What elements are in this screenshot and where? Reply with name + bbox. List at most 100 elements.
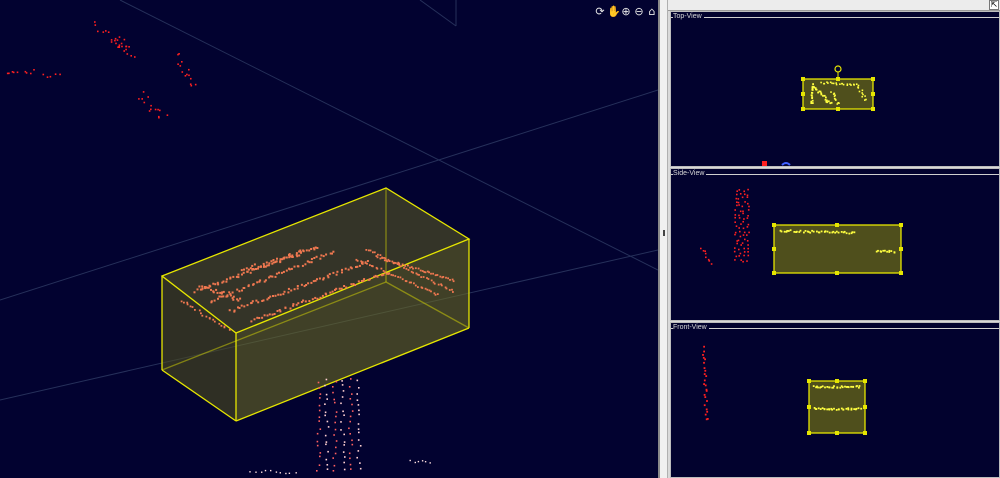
point <box>451 278 454 281</box>
point <box>262 262 265 265</box>
side-view-pane[interactable]: Side-View <box>670 168 1000 321</box>
point <box>384 271 386 274</box>
point <box>335 380 338 383</box>
zoom-out-icon[interactable]: ⊖ <box>633 6 645 18</box>
point <box>8 72 10 75</box>
splitter-grip[interactable] <box>663 230 665 236</box>
point <box>54 73 57 75</box>
point <box>786 230 789 232</box>
point <box>447 277 449 280</box>
point <box>824 386 826 389</box>
point <box>134 56 136 58</box>
point <box>16 71 19 74</box>
point <box>231 291 234 294</box>
point <box>834 94 836 97</box>
zoom-in-icon[interactable]: ⊕ <box>620 6 632 18</box>
point <box>380 267 383 270</box>
top-view-pane[interactable]: Top-View <box>670 11 1000 167</box>
top-view-canvas[interactable] <box>671 12 1000 167</box>
point <box>361 262 364 265</box>
point <box>427 278 430 280</box>
point <box>350 267 353 270</box>
side-view-canvas[interactable] <box>671 169 1000 321</box>
point <box>259 279 262 282</box>
point <box>223 326 226 329</box>
point <box>703 379 706 382</box>
pan-hand-icon[interactable]: ✋ <box>607 6 621 18</box>
point <box>186 301 189 304</box>
point <box>307 282 310 285</box>
point <box>386 260 389 263</box>
point <box>282 270 285 273</box>
point <box>832 386 835 389</box>
point-cloud-canvas[interactable] <box>0 0 658 478</box>
point <box>332 386 334 388</box>
point <box>436 274 439 276</box>
point <box>302 299 305 302</box>
point <box>826 408 829 411</box>
point <box>741 196 744 199</box>
point <box>329 291 332 294</box>
home-icon[interactable]: ⌂ <box>646 6 658 18</box>
point <box>414 461 416 464</box>
point <box>342 451 345 453</box>
point <box>279 472 281 474</box>
point <box>249 271 252 274</box>
point <box>826 101 828 104</box>
point <box>817 386 819 389</box>
panel-splitter[interactable] <box>658 0 668 478</box>
point <box>324 411 327 414</box>
point <box>734 231 737 234</box>
point <box>331 290 334 293</box>
point <box>315 255 318 258</box>
point <box>834 99 837 101</box>
point <box>388 259 391 262</box>
rotate-icon[interactable]: ⟳ <box>594 6 606 18</box>
point <box>401 263 404 266</box>
point <box>831 408 833 411</box>
point <box>340 421 342 423</box>
point <box>114 39 116 42</box>
point <box>860 407 863 410</box>
front-view-pane[interactable]: Front-View <box>670 322 1000 478</box>
point <box>328 273 331 276</box>
rotation-handle-icon[interactable] <box>834 65 842 73</box>
point <box>299 249 302 252</box>
point <box>237 299 240 302</box>
point <box>216 281 219 284</box>
point <box>451 288 453 291</box>
point <box>341 384 344 386</box>
point <box>837 408 840 411</box>
point <box>400 265 402 268</box>
point <box>825 96 827 99</box>
cuboid-annotation[interactable] <box>160 187 471 422</box>
point <box>809 231 812 234</box>
point <box>333 434 335 436</box>
point <box>827 100 830 103</box>
point <box>276 310 279 312</box>
point <box>747 215 749 217</box>
front-view-canvas[interactable] <box>671 323 1000 478</box>
point <box>326 420 329 423</box>
point <box>276 257 278 260</box>
point <box>295 253 298 256</box>
point <box>296 287 299 290</box>
point <box>317 381 320 384</box>
front-view-box[interactable] <box>808 380 866 434</box>
expand-icon[interactable]: ⇱ <box>989 0 999 10</box>
point <box>748 231 750 234</box>
point <box>826 386 829 388</box>
point <box>297 265 300 268</box>
point <box>318 404 321 407</box>
point <box>194 309 196 311</box>
point <box>382 273 385 276</box>
point <box>734 221 736 223</box>
point <box>880 250 882 253</box>
point <box>743 251 746 253</box>
point <box>179 65 182 67</box>
point <box>261 471 263 473</box>
point <box>356 456 358 459</box>
point <box>184 75 187 77</box>
main-3d-viewport[interactable]: ⟳ ✋ ⊕ ⊖ ⌂ <box>0 0 658 478</box>
point <box>823 82 826 85</box>
